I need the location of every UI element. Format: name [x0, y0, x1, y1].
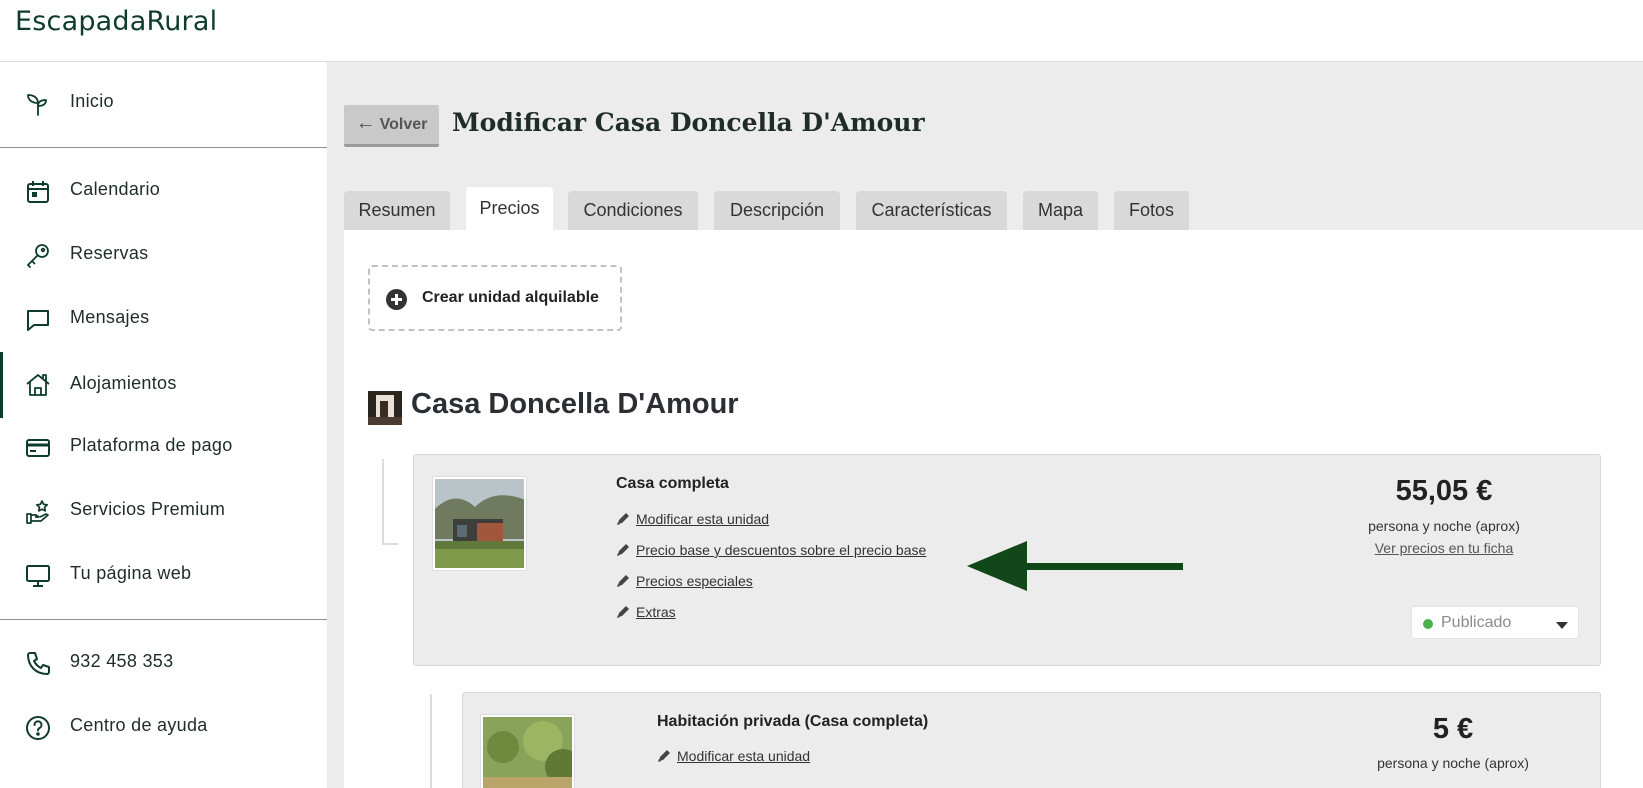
- sprout-icon: [27, 94, 47, 116]
- sidebar-item-inicio[interactable]: Inicio: [0, 77, 327, 129]
- sidebar-item-label: 932 458 353: [70, 651, 174, 671]
- pencil-icon: [617, 575, 629, 587]
- tab-caracteristicas[interactable]: Características: [856, 191, 1007, 230]
- sidebar-item-label: Centro de ayuda: [70, 715, 208, 735]
- chat-bubble-icon: [27, 310, 49, 331]
- annotation-arrow-icon: [967, 541, 1183, 591]
- tab-resumen[interactable]: Resumen: [344, 191, 450, 230]
- sidebar-item-label: Tu página web: [70, 563, 192, 583]
- sidebar-item-label: Calendario: [70, 179, 161, 199]
- unit-price-note: persona y noche (aprox): [1377, 755, 1529, 771]
- page-title: Modificar Casa Doncella D'Amour: [452, 108, 925, 137]
- main-content: ← Volver Modificar Casa Doncella D'Amour…: [327, 62, 1643, 788]
- sidebar-item-alojamientos[interactable]: Alojamientos: [0, 352, 327, 418]
- house-name: Casa Doncella D'Amour: [411, 388, 739, 420]
- tree-connector: [430, 694, 432, 788]
- unit-price-note: persona y noche (aprox): [1368, 518, 1520, 534]
- sidebar-item-pagina-web[interactable]: Tu página web: [0, 549, 327, 601]
- unit-photo: [481, 715, 574, 788]
- sidebar-divider: [0, 147, 327, 148]
- plus-circle-icon: [386, 289, 407, 310]
- unit-card: Habitación privada (Casa completa) Modif…: [462, 692, 1601, 788]
- back-button[interactable]: ← Volver: [344, 105, 439, 147]
- phone-icon: [27, 652, 50, 675]
- sidebar: Inicio Calendario Reservas Mensajes Aloj…: [0, 62, 327, 788]
- arrow-left-icon: ←: [355, 111, 376, 134]
- back-button-label: Volver: [379, 115, 428, 133]
- special-prices-link[interactable]: Precios especiales: [616, 573, 753, 589]
- tab-fotos[interactable]: Fotos: [1114, 191, 1189, 230]
- status-dot: [1423, 619, 1433, 629]
- unit-price: 5 €: [1432, 713, 1474, 745]
- calendar-icon: [27, 181, 49, 203]
- sidebar-item-label: Plataforma de pago: [70, 435, 233, 455]
- sidebar-item-label: Servicios Premium: [70, 499, 226, 519]
- pencil-icon: [617, 513, 629, 525]
- base-price-link[interactable]: Precio base y descuentos sobre el precio…: [616, 542, 926, 558]
- sidebar-item-label: Reservas: [70, 243, 149, 263]
- sidebar-item-label: Alojamientos: [70, 373, 177, 393]
- sidebar-item-reservas[interactable]: Reservas: [0, 229, 327, 281]
- tree-connector: [382, 459, 398, 545]
- view-prices-link[interactable]: Ver precios en tu ficha: [1354, 540, 1534, 556]
- top-bar: EscapadaRural: [0, 0, 1643, 62]
- tab-precios[interactable]: Precios: [466, 187, 553, 230]
- brand-logo[interactable]: EscapadaRural: [15, 6, 217, 37]
- unit-title: Casa completa: [616, 475, 729, 492]
- house-thumbnail: [368, 391, 402, 425]
- extras-link[interactable]: Extras: [616, 604, 676, 620]
- sidebar-item-label: Inicio: [70, 91, 114, 111]
- sidebar-item-centro-ayuda[interactable]: Centro de ayuda: [0, 701, 327, 753]
- help-circle-icon: [26, 716, 50, 740]
- modify-unit-link[interactable]: Modificar esta unidad: [616, 511, 769, 527]
- key-icon: [26, 244, 49, 268]
- caret-down-icon: [1556, 622, 1568, 629]
- sidebar-item-label: Mensajes: [70, 307, 150, 327]
- status-select[interactable]: Publicado: [1411, 606, 1579, 639]
- pencil-icon: [617, 606, 629, 618]
- unit-photo: [433, 477, 526, 570]
- modify-unit-link[interactable]: Modificar esta unidad: [657, 748, 810, 764]
- sidebar-item-mensajes[interactable]: Mensajes: [0, 293, 327, 345]
- sidebar-item-calendario[interactable]: Calendario: [0, 165, 327, 217]
- sidebar-divider: [0, 619, 327, 620]
- premium-hand-star-icon: [26, 500, 49, 524]
- monitor-icon: [26, 565, 50, 587]
- unit-price: 55,05 €: [1395, 475, 1493, 507]
- tab-descripcion[interactable]: Descripción: [714, 191, 840, 230]
- tab-condiciones[interactable]: Condiciones: [568, 191, 698, 230]
- unit-title: Habitación privada (Casa completa): [657, 713, 929, 730]
- prices-panel: Crear unidad alquilable Casa Doncella D'…: [344, 230, 1643, 788]
- credit-card-icon: [26, 439, 50, 457]
- house-icon: [26, 374, 50, 396]
- pencil-icon: [658, 750, 670, 762]
- create-unit-label: Crear unidad alquilable: [422, 289, 599, 306]
- create-unit-button[interactable]: Crear unidad alquilable: [368, 265, 622, 331]
- sidebar-item-plataforma-pago[interactable]: Plataforma de pago: [0, 421, 327, 473]
- sidebar-item-servicios-premium[interactable]: Servicios Premium: [0, 485, 327, 537]
- sidebar-item-telefono[interactable]: 932 458 353: [0, 637, 327, 689]
- pencil-icon: [617, 544, 629, 556]
- tab-mapa[interactable]: Mapa: [1023, 191, 1098, 230]
